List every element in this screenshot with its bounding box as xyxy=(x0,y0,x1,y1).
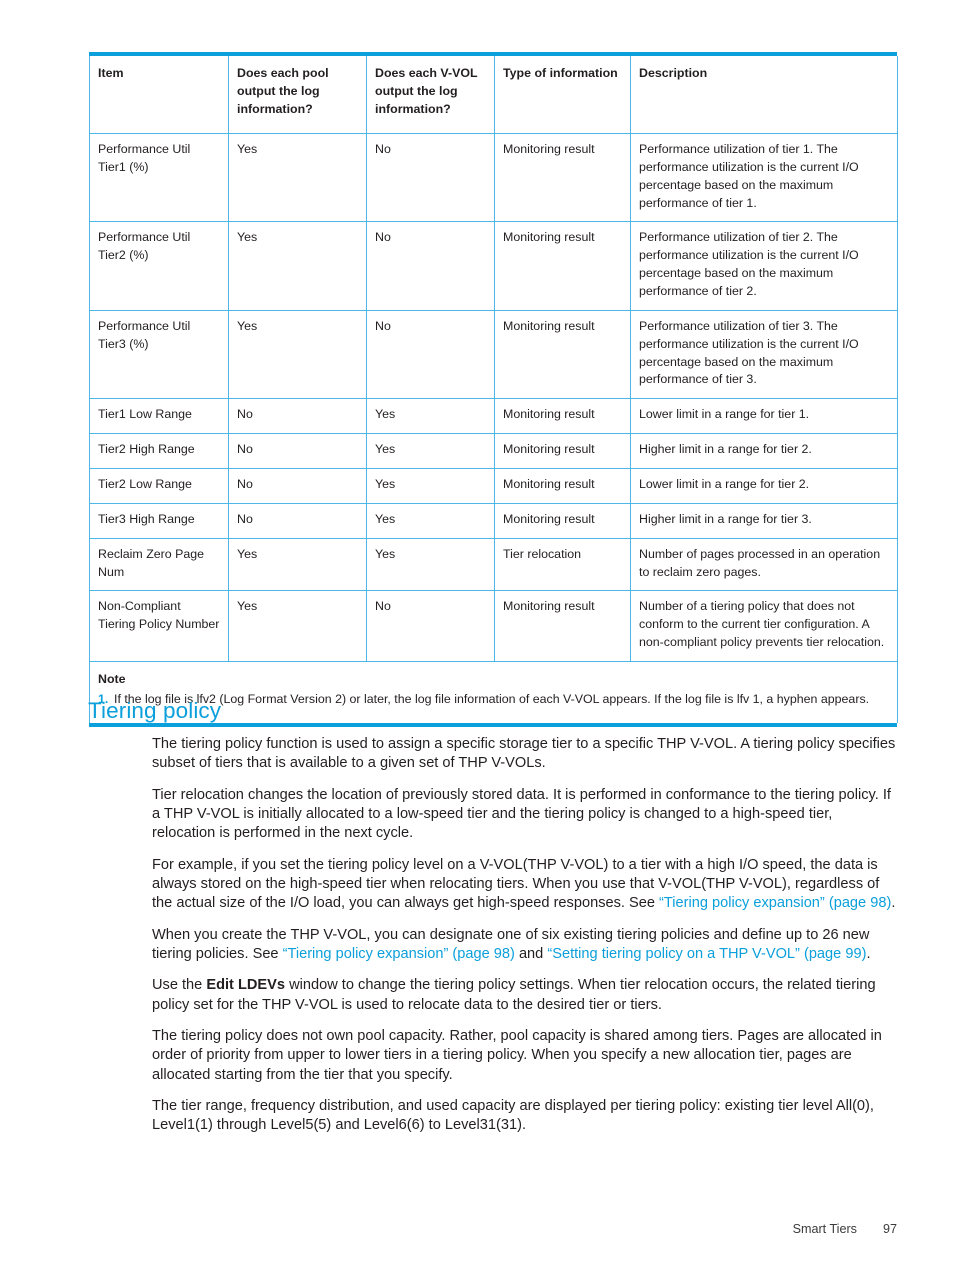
paragraph-tier-relocation: Tier relocation changes the location of … xyxy=(152,786,891,842)
cell-vvol: Yes xyxy=(366,433,495,470)
table-row: Tier2 Low Range No Yes Monitoring result… xyxy=(89,468,898,504)
cell-item: Tier2 Low Range xyxy=(89,468,229,504)
link-setting-tiering-policy-99[interactable]: “Setting tiering policy on a THP V-VOL” … xyxy=(547,946,866,962)
log-information-table-container: Item Does each pool output the log infor… xyxy=(89,52,898,727)
footer-chapter-label: Smart Tiers xyxy=(792,1222,857,1236)
cell-item: Non-Compliant Tiering Policy Number xyxy=(89,590,229,663)
paragraph-pool-capacity: The tiering policy does not own pool cap… xyxy=(152,1027,882,1083)
cell-vvol: No xyxy=(366,590,495,663)
cell-type: Monitoring result xyxy=(494,433,631,470)
cell-type: Tier relocation xyxy=(494,537,631,592)
cell-item: Tier3 High Range xyxy=(89,502,229,539)
paragraph-edit-ldevs: Use the Edit LDEVs window to change the … xyxy=(152,976,898,1015)
section-body: The tiering policy function is used to a… xyxy=(152,735,898,1136)
cell-type: Monitoring result xyxy=(494,590,631,663)
cell-description: Lower limit in a range for tier 1. xyxy=(630,398,898,435)
cell-pool: No xyxy=(228,433,367,470)
table-row: Non-Compliant Tiering Policy Number Yes … xyxy=(89,590,898,663)
cell-item: Reclaim Zero Page Num xyxy=(89,537,229,592)
column-header-vvol-log: Does each V-VOL output the log informati… xyxy=(366,56,495,134)
paragraph-create-thp-vvol: When you create the THP V-VOL, you can d… xyxy=(152,926,898,965)
cell-pool: Yes xyxy=(228,132,367,223)
cell-description: Lower limit in a range for tier 2. xyxy=(630,468,898,504)
footer-page-number: 97 xyxy=(882,1222,897,1236)
page-title: Tiering policy xyxy=(88,698,222,723)
cell-pool: Yes xyxy=(228,221,367,311)
column-header-item: Item xyxy=(89,56,229,134)
cell-description: Number of pages processed in an operatio… xyxy=(630,537,898,592)
paragraph-tier-range: The tier range, frequency distribution, … xyxy=(152,1097,874,1134)
column-header-pool-log: Does each pool output the log informatio… xyxy=(228,56,367,134)
paragraph-example-text-b: . xyxy=(891,895,896,912)
link-tiering-policy-expansion-98[interactable]: “Tiering policy expansion” (page 98) xyxy=(659,895,891,911)
cell-description: Higher limit in a range for tier 2. xyxy=(630,433,898,470)
column-header-type: Type of information xyxy=(494,56,631,134)
table-row: Reclaim Zero Page Num Yes Yes Tier reloc… xyxy=(89,537,898,592)
table-row: Tier2 High Range No Yes Monitoring resul… xyxy=(89,433,898,470)
cell-type: Monitoring result xyxy=(494,309,631,400)
table-header-row: Item Does each pool output the log infor… xyxy=(89,56,898,134)
cell-pool: Yes xyxy=(228,590,367,663)
cell-item: Performance Util Tier2 (%) xyxy=(89,221,229,311)
note-text: If the log file is lfv2 (Log Format Vers… xyxy=(114,691,870,706)
cell-description: Performance utilization of tier 3. The p… xyxy=(630,309,898,400)
note-title: Note xyxy=(98,672,126,687)
cell-pool: No xyxy=(228,398,367,435)
cell-pool: Yes xyxy=(228,309,367,400)
cell-description: Higher limit in a range for tier 3. xyxy=(630,502,898,539)
cell-item: Tier2 High Range xyxy=(89,433,229,470)
page-footer: Smart Tiers 97 xyxy=(0,1222,897,1236)
table-header: Item Does each pool output the log infor… xyxy=(89,56,898,134)
cell-vvol: No xyxy=(366,221,495,311)
paragraph-create-text-mid: and xyxy=(514,945,548,962)
cell-vvol: No xyxy=(366,309,495,400)
table-row: Performance Util Tier1 (%) Yes No Monito… xyxy=(89,132,898,223)
cell-vvol: Yes xyxy=(366,468,495,504)
cell-pool: Yes xyxy=(228,537,367,592)
cell-vvol: No xyxy=(366,132,495,223)
paragraph-tiering-policy-definition: The tiering policy function is used to a… xyxy=(152,736,896,772)
table-row: Performance Util Tier2 (%) Yes No Monito… xyxy=(89,221,898,311)
table-row: Tier1 Low Range No Yes Monitoring result… xyxy=(89,398,898,435)
cell-type: Monitoring result xyxy=(494,502,631,539)
cell-vvol: Yes xyxy=(366,398,495,435)
paragraph-create-text-b: . xyxy=(866,945,871,962)
cell-item: Performance Util Tier3 (%) xyxy=(89,309,229,400)
cell-vvol: Yes xyxy=(366,502,495,539)
cell-item: Tier1 Low Range xyxy=(89,398,229,435)
paragraph-edit-text-a: Use the xyxy=(152,977,207,994)
cell-pool: No xyxy=(228,502,367,539)
cell-description: Performance utilization of tier 2. The p… xyxy=(630,221,898,311)
table-row: Tier3 High Range No Yes Monitoring resul… xyxy=(89,502,898,539)
cell-vvol: Yes xyxy=(366,537,495,592)
table-body: Performance Util Tier1 (%) Yes No Monito… xyxy=(89,132,898,723)
cell-type: Monitoring result xyxy=(494,398,631,435)
column-header-description: Description xyxy=(630,56,898,134)
table-row: Performance Util Tier3 (%) Yes No Monito… xyxy=(89,309,898,400)
edit-ldevs-window-name: Edit LDEVs xyxy=(206,977,286,994)
link-tiering-policy-expansion-98-second[interactable]: “Tiering policy expansion” (page 98) xyxy=(283,946,515,962)
cell-item: Performance Util Tier1 (%) xyxy=(89,132,229,223)
log-information-table: Item Does each pool output the log infor… xyxy=(89,56,898,723)
cell-type: Monitoring result xyxy=(494,132,631,223)
cell-description: Number of a tiering policy that does not… xyxy=(630,590,898,663)
cell-type: Monitoring result xyxy=(494,221,631,311)
cell-description: Performance utilization of tier 1. The p… xyxy=(630,132,898,223)
paragraph-example: For example, if you set the tiering poli… xyxy=(152,856,898,914)
cell-type: Monitoring result xyxy=(494,468,631,504)
cell-pool: No xyxy=(228,468,367,504)
